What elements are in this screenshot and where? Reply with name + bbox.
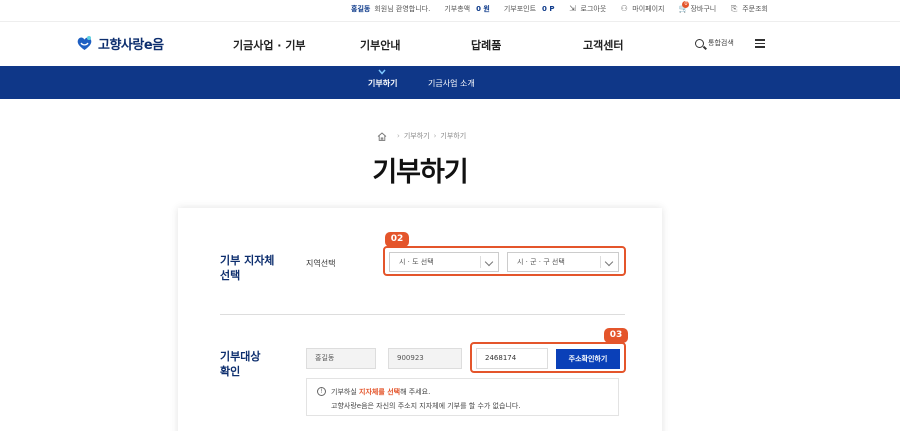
breadcrumb-separator: › [433,132,437,140]
section-label-line: 기부대상 [220,350,261,363]
callout-badge-03: 03 [604,328,628,343]
main-header: 고향사랑e음 기금사업 · 기부 기부안내 답례품 고객센터 통합검색 [0,22,900,66]
chevron-down-icon [378,69,386,75]
receipt-icon: ⎘ [731,4,738,13]
search-label: 통합검색 [708,39,734,47]
donation-points-label: 기부포인트 [503,5,537,13]
user-name: 홍길동 [351,5,371,13]
cart-label: 장바구니 [690,5,717,13]
notice-text: 해 주세요. [400,388,431,396]
welcome-message: 홍길동 회원님 환영합니다. [351,4,430,14]
notice-highlight: 지자체를 선택 [359,388,401,396]
utility-bar: 홍길동 회원님 환영합니다. 기부총액 0 원 기부포인트 0 P ⇲ 로그아웃… [0,0,900,22]
notice-text: 기부하실 [331,388,359,396]
notice-line-2: 고향사랑e음은 자신의 주소지 지자체에 기부를 할 수가 없습니다. [331,402,521,410]
search-icon [695,38,704,48]
order-lookup-label: 주문조회 [742,5,768,13]
nav-customer-center[interactable]: 고객센터 [583,37,623,53]
breadcrumb-item[interactable]: 기부하기 [440,131,466,141]
cart-icon: 🛒 0 [678,1,690,13]
section-label-line: 확인 [220,365,241,378]
logout-icon: ⇲ [569,4,576,13]
user-icon: ⚇ [620,4,628,13]
greeting-text: 회원님 환영합니다. [374,5,431,13]
nav-gifts[interactable]: 답례품 [471,37,501,53]
callout-badge-02: 02 [385,232,409,247]
section-label-region: 기부 지자체 선택 [220,253,274,283]
region-field-label: 지역선택 [306,259,336,268]
page-title: 기부하기 [372,157,468,188]
callout-region-select [383,246,626,276]
notice-box: ! 기부하실 지자체를 선택해 주세요. 고향사랑e음은 자신의 주소지 지자체… [306,378,619,416]
donation-total-value: 0 원 [476,5,490,13]
section-label-recipient: 기부대상 확인 [220,349,260,379]
order-lookup-link[interactable]: ⎘ 주문조회 [730,4,768,14]
search-button[interactable]: 통합검색 [695,38,734,48]
breadcrumb-separator: › [397,132,400,140]
info-icon: ! [317,387,326,396]
mypage-label: 마이페이지 [632,5,665,13]
donor-name-field[interactable]: 홍길동 [306,348,376,369]
section-label-line: 기부 지자체 [220,254,275,267]
logout-link[interactable]: ⇲ 로그아웃 [569,4,607,14]
donation-points-value: 0 P [542,5,555,13]
hamburger-menu-icon[interactable] [755,39,765,48]
donation-total-label: 기부총액 [444,5,471,13]
donation-points: 기부포인트 0 P [504,4,555,14]
callout-address-verify [470,342,626,373]
nav-donation-guide[interactable]: 기부안내 [360,37,400,53]
subnav-donate[interactable]: 기부하기 [368,78,397,89]
global-nav: 기금사업 · 기부 기부안내 답례품 고객센터 [0,37,900,53]
subnav-fund-intro[interactable]: 기금사업 소개 [428,78,475,89]
breadcrumb-item[interactable]: 기부하기 [404,131,430,141]
logout-label: 로그아웃 [580,5,607,13]
notice-line-1: 기부하실 지자체를 선택해 주세요. [331,387,430,397]
birth-date-field[interactable]: 900923 [388,348,462,369]
section-divider [220,314,625,315]
sub-nav: 기부하기 기금사업 소개 [0,66,900,99]
mypage-link[interactable]: ⚇ 마이페이지 [620,4,665,14]
breadcrumb: › 기부하기 › 기부하기 [377,131,466,141]
section-label-line: 선택 [220,269,241,282]
cart-link[interactable]: 🛒 0 장바구니 [678,1,717,14]
nav-fund-donation[interactable]: 기금사업 · 기부 [233,37,306,53]
donation-total: 기부총액 0 원 [444,4,490,14]
cart-count-badge: 0 [682,1,690,8]
home-icon[interactable] [377,131,387,141]
